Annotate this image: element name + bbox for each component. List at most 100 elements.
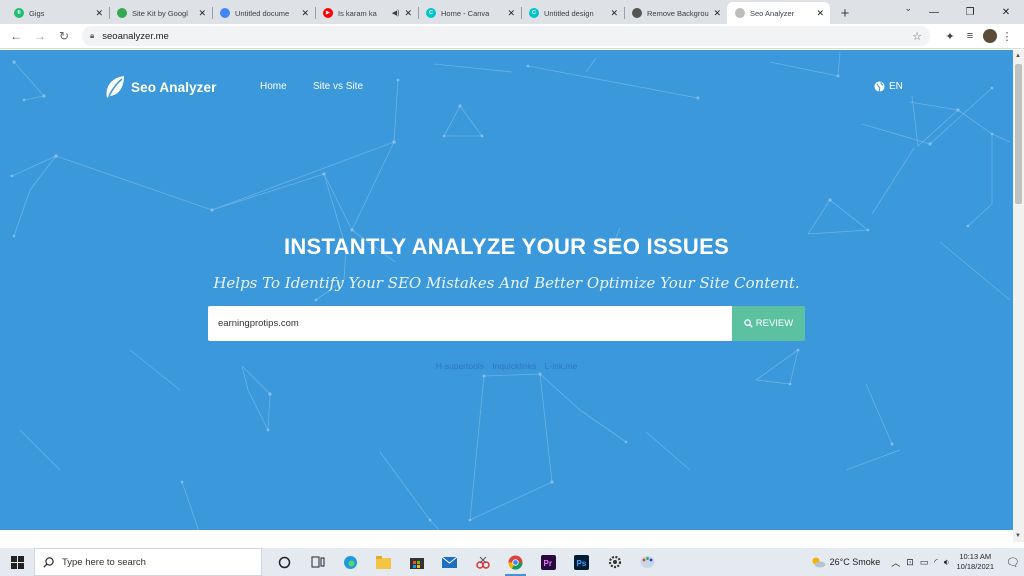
close-window-icon[interactable]: ✕ [988, 0, 1024, 24]
profile-avatar[interactable] [983, 29, 997, 43]
site-logo[interactable]: Seo Analyzer [104, 74, 216, 100]
fiverr-icon: fi [14, 8, 24, 18]
tab-close-icon[interactable]: ✕ [301, 8, 309, 19]
search-icon [43, 556, 54, 568]
search-icon [743, 319, 753, 328]
analyze-form: REVIEW [208, 306, 805, 341]
system-tray: 26°C Smoke ︿ ⊡ ▭ ◜ 🔉︎ 10:13 AM 10/18/202… [810, 548, 1024, 576]
partner-link[interactable]: Inquicklinks [492, 361, 536, 371]
youtube-icon: ▶ [323, 8, 333, 18]
tab-close-icon[interactable]: ✕ [713, 8, 721, 19]
taskbar-search-box[interactable]: Type here to search [34, 548, 262, 576]
mail-icon[interactable] [433, 548, 466, 576]
browser-tab[interactable]: Untitled docume ✕ [212, 2, 315, 24]
task-view-icon[interactable] [301, 548, 334, 576]
premiere-pro-icon[interactable]: Pr [532, 548, 565, 576]
file-explorer-icon[interactable] [367, 548, 400, 576]
browser-tab[interactable]: Seo Analyzer ✕ [727, 2, 830, 24]
notification-center-icon[interactable]: 🗨︎ [1002, 556, 1024, 569]
tab-title: Seo Analyzer [750, 8, 795, 18]
url-input[interactable] [208, 306, 732, 341]
review-button[interactable]: REVIEW [732, 306, 805, 341]
tab-title: Untitled design [544, 8, 594, 18]
photoshop-icon[interactable]: Ps [565, 548, 598, 576]
logo-text: Seo Analyzer [131, 79, 217, 95]
svg-text:Pr: Pr [544, 559, 552, 568]
bookmark-star-icon[interactable]: ☆ [912, 30, 922, 43]
address-bar[interactable]: 🔒︎ seoanalyzer.me ☆ [82, 26, 930, 46]
windows-taskbar: Type here to search Pr Ps 26°C Smoke ︿ ⊡… [0, 548, 1024, 576]
url-text: seoanalyzer.me [102, 30, 169, 42]
menu-icon[interactable]: ⋮ [997, 30, 1017, 43]
tab-search-icon[interactable]: ⌄ [904, 3, 912, 14]
paint-icon[interactable] [631, 548, 664, 576]
tab-close-icon[interactable]: ✕ [610, 8, 618, 19]
tab-strip: fi Gigs ✕ Site Kit by Googl ✕ Untitled docume… [0, 0, 1024, 24]
tab-title: Gigs [29, 8, 45, 18]
scroll-up-icon[interactable]: ▲ [1015, 53, 1021, 59]
edge-icon[interactable] [334, 548, 367, 576]
leaf-logo-icon [106, 76, 124, 98]
new-tab-button[interactable]: + [834, 2, 856, 24]
tab-close-icon[interactable]: ✕ [95, 8, 103, 19]
network-device-icon[interactable]: ⊡ [906, 557, 914, 568]
review-label: REVIEW [755, 318, 794, 329]
hero-subtitle: Helps To Identify Your SEO Mistakes And … [213, 274, 800, 292]
clock-date: 10/18/2021 [956, 562, 994, 571]
browser-tab[interactable]: C Home - Canva ✕ [418, 2, 521, 24]
page-scrollbar[interactable]: ▲ ▼ [1013, 50, 1024, 542]
tray-chevron-icon[interactable]: ︿ [891, 556, 900, 569]
lock-icon[interactable]: 🔒︎ [90, 31, 94, 41]
browser-tab[interactable]: Remove Backgrou ✕ [624, 2, 727, 24]
back-icon[interactable]: ← [4, 24, 28, 48]
weather-text: 26°C Smoke [829, 557, 881, 567]
nav-site-vs-site-link[interactable]: Site vs Site [313, 81, 363, 92]
weather-sun-icon [812, 557, 826, 568]
seo-analyzer-page: Seo Analyzer Home Site vs Site EN INSTAN… [0, 50, 1013, 542]
browser-tab[interactable]: fi Gigs ✕ [6, 2, 109, 24]
nav-home-link[interactable]: Home [260, 81, 287, 92]
battery-icon[interactable]: ▭ [920, 557, 929, 568]
scroll-thumb[interactable] [1015, 64, 1022, 204]
extensions-icon[interactable]: ✦ [940, 30, 960, 43]
settings-gear-icon[interactable] [598, 548, 631, 576]
chrome-icon[interactable] [499, 548, 532, 576]
browser-tab[interactable]: Site Kit by Googl ✕ [109, 2, 212, 24]
partner-link[interactable]: H-supertools [436, 361, 484, 371]
network-background [10, 51, 1011, 541]
canva-icon: C [426, 8, 436, 18]
browser-toolbar: ← → ↻ 🔒︎ seoanalyzer.me ☆ ✦ ≡ ⋮ [0, 24, 1024, 49]
cortana-icon[interactable] [268, 548, 301, 576]
tab-close-icon[interactable]: ✕ [816, 8, 824, 19]
volume-icon[interactable]: 🔉︎ [944, 557, 950, 568]
weather-widget[interactable]: 26°C Smoke [810, 556, 881, 568]
tab-title: Is karam ka [338, 8, 377, 18]
store-icon[interactable] [400, 548, 433, 576]
reading-list-icon[interactable]: ≡ [960, 30, 980, 42]
tab-close-icon[interactable]: ✕ [507, 8, 515, 19]
clock-time: 10:13 AM [959, 552, 992, 561]
remove-bg-icon [632, 8, 642, 18]
forward-icon[interactable]: → [28, 24, 52, 48]
reload-icon[interactable]: ↻ [52, 24, 76, 48]
system-clock[interactable]: 10:13 AM 10/18/2021 [956, 552, 994, 572]
tab-audio-icon[interactable]: ◀) [392, 9, 400, 17]
scroll-down-icon[interactable]: ▼ [1015, 533, 1021, 539]
tab-title: Home - Canva [441, 8, 490, 18]
partner-link[interactable]: L-ink.me [545, 361, 578, 371]
windows-start-icon[interactable] [0, 548, 34, 576]
tab-close-icon[interactable]: ✕ [404, 8, 412, 19]
minimize-icon[interactable]: — [916, 0, 952, 24]
restore-icon[interactable]: ❐ [952, 0, 988, 24]
tab-title: Site Kit by Googl [132, 8, 188, 18]
snipping-tool-icon[interactable] [466, 548, 499, 576]
browser-tab[interactable]: ▶ Is karam ka ◀) ✕ [315, 2, 418, 24]
language-selector[interactable]: EN [874, 81, 903, 92]
tab-close-icon[interactable]: ✕ [198, 8, 206, 19]
hero-title: INSTANTLY ANALYZE YOUR SEO ISSUES [283, 234, 730, 259]
site-kit-icon [117, 8, 127, 18]
browser-tab[interactable]: C Untitled design ✕ [521, 2, 624, 24]
wifi-icon[interactable]: ◜ [934, 557, 938, 568]
seo-analyzer-icon [735, 8, 745, 18]
canva-icon: C [529, 8, 539, 18]
